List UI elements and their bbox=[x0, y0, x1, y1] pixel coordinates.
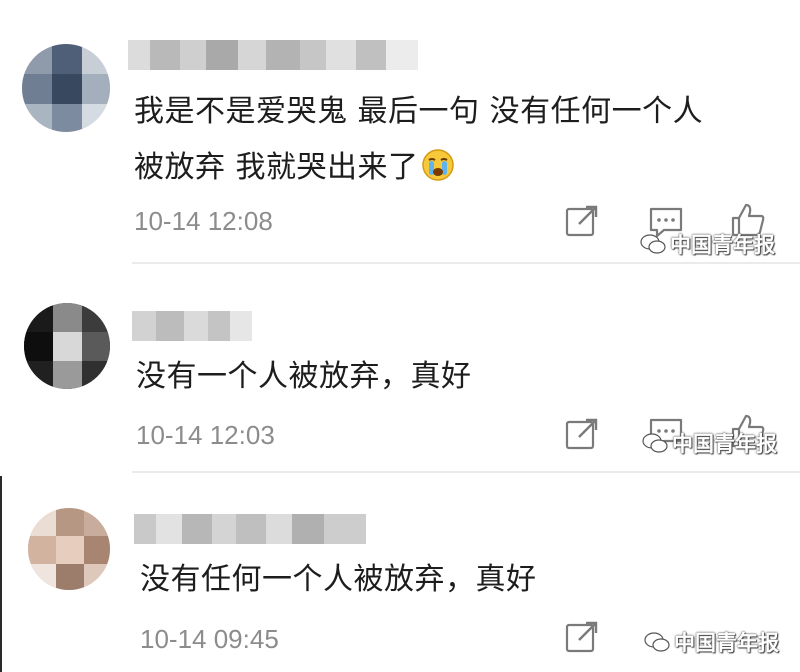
comment-text: 没有任何一个人被放弃，真好 bbox=[140, 552, 537, 608]
comment-time: 10-14 09:45 bbox=[140, 624, 279, 654]
comment-text-line: 被放弃 我就哭出来了 bbox=[134, 140, 703, 196]
comment-time: 10-14 12:03 bbox=[136, 420, 275, 450]
comment-text-line: 我是不是爱哭鬼 最后一句 没有任何一个人 bbox=[134, 94, 704, 129]
share-icon[interactable] bbox=[562, 202, 602, 242]
avatar[interactable] bbox=[22, 44, 110, 132]
watermark: 中国青年报 bbox=[642, 428, 777, 458]
crying-face-icon bbox=[421, 149, 454, 181]
comment-text: 我是不是爱哭鬼 最后一句 没有任何一个人 被放弃 我就哭出来了 bbox=[134, 84, 703, 196]
watermark-text: 中国青年报 bbox=[674, 631, 779, 655]
wechat-icon bbox=[644, 632, 670, 652]
avatar[interactable] bbox=[28, 508, 110, 590]
username-blurred[interactable] bbox=[128, 40, 418, 70]
comment-text-line: 没有一个人被放弃，真好 bbox=[136, 359, 472, 394]
watermark-text: 中国青年报 bbox=[670, 233, 775, 257]
wechat-icon bbox=[642, 433, 668, 453]
comment-item: 没有一个人被放弃，真好 10-14 12:03 中国青年报 bbox=[0, 263, 800, 471]
share-icon[interactable] bbox=[562, 415, 602, 455]
comment-item: 没有任何一个人被放弃，真好 10-14 09:45 中国青年报 bbox=[0, 472, 800, 672]
avatar[interactable] bbox=[24, 303, 110, 389]
wechat-icon bbox=[640, 234, 666, 254]
comment-text: 没有一个人被放弃，真好 bbox=[136, 349, 472, 405]
username-blurred[interactable] bbox=[134, 514, 366, 544]
watermark-text: 中国青年报 bbox=[672, 432, 777, 456]
comment-time: 10-14 12:08 bbox=[134, 206, 273, 236]
comment-text-line: 没有任何一个人被放弃，真好 bbox=[140, 562, 537, 597]
username-blurred[interactable] bbox=[132, 311, 252, 341]
watermark: 中国青年报 bbox=[644, 627, 779, 657]
comment-item: 我是不是爱哭鬼 最后一句 没有任何一个人 被放弃 我就哭出来了 10-14 12… bbox=[0, 0, 800, 262]
share-icon[interactable] bbox=[562, 618, 602, 658]
watermark: 中国青年报 bbox=[640, 229, 775, 259]
